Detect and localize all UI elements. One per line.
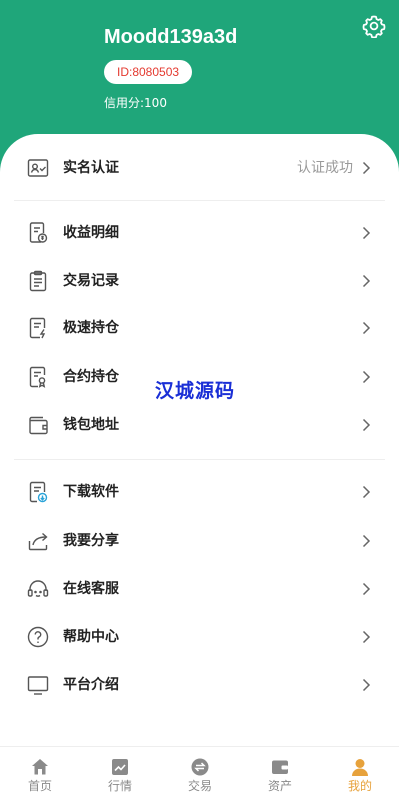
menu-item-help-center[interactable]: 帮助中心 — [0, 614, 399, 660]
chevron-right-icon — [362, 161, 371, 175]
menu-item-download[interactable]: 下载软件 — [0, 469, 399, 515]
menu-item-wallet[interactable]: 钱包地址 — [0, 402, 399, 448]
fast-position-icon — [29, 317, 46, 339]
watermark-text: 汉城源码 — [155, 380, 236, 402]
tab-label: 首页 — [27, 779, 52, 793]
tab-mine[interactable]: 我的 — [320, 747, 399, 798]
verify-row[interactable]: 实名认证 认证成功 — [0, 145, 399, 191]
menu-item-label: 我要分享 — [63, 533, 119, 549]
wallet-icon — [29, 416, 48, 435]
home-icon — [32, 759, 48, 775]
menu-item-label: 极速持仓 — [63, 320, 119, 336]
chevron-right-icon — [362, 321, 371, 335]
menu-item-label: 平台介绍 — [63, 677, 119, 693]
chevron-right-icon — [362, 418, 371, 432]
contract-position-icon — [29, 366, 46, 388]
share-icon — [28, 532, 48, 551]
verify-label: 实名认证 — [63, 160, 119, 176]
menu-item-trade-record[interactable]: 交易记录 — [0, 258, 399, 304]
tab-label: 资产 — [267, 779, 292, 793]
chevron-right-icon — [362, 678, 371, 692]
tab-label: 行情 — [107, 779, 132, 793]
menu-item-customer-service[interactable]: 在线客服 — [0, 566, 399, 612]
user-icon — [352, 759, 368, 776]
tab-market[interactable]: 行情 — [80, 747, 160, 798]
chevron-right-icon — [362, 534, 371, 548]
user-id-badge: ID:8080503 — [104, 60, 193, 84]
tab-label: 交易 — [187, 779, 212, 793]
tab-home[interactable]: 首页 — [0, 747, 80, 798]
menu-item-income[interactable]: 收益明细 — [0, 210, 399, 256]
menu-item-platform-intro[interactable]: 平台介绍 — [0, 662, 399, 708]
tab-assets[interactable]: 资产 — [240, 747, 320, 798]
menu-item-label: 下载软件 — [63, 484, 119, 500]
menu-item-fast-position[interactable]: 极速持仓 — [0, 305, 399, 351]
monitor-icon — [27, 676, 49, 695]
trade-record-icon — [29, 270, 47, 292]
wallet-tab-icon — [272, 760, 288, 774]
username: Moodd139a3d — [104, 26, 238, 48]
chevron-right-icon — [362, 630, 371, 644]
verify-status: 认证成功 — [297, 160, 353, 176]
menu-item-label: 帮助中心 — [63, 629, 119, 645]
chevron-right-icon — [362, 274, 371, 288]
divider — [14, 200, 385, 201]
chart-icon — [112, 759, 128, 775]
income-detail-icon — [29, 222, 48, 243]
download-icon — [29, 481, 48, 503]
bottom-tab-bar: 首页 行情 交易 资产 我的 — [0, 746, 399, 798]
menu-item-label: 钱包地址 — [63, 417, 119, 433]
menu-item-label: 合约持仓 — [63, 369, 119, 385]
tab-trade[interactable]: 交易 — [160, 747, 240, 798]
exchange-icon — [191, 758, 209, 776]
chevron-right-icon — [362, 370, 371, 384]
menu-item-share[interactable]: 我要分享 — [0, 518, 399, 564]
chevron-right-icon — [362, 582, 371, 596]
menu-item-label: 收益明细 — [63, 225, 119, 241]
id-card-icon — [27, 159, 49, 177]
credit-score: 信用分:100 — [104, 96, 167, 110]
chevron-right-icon — [362, 485, 371, 499]
headset-icon — [27, 580, 49, 597]
gear-icon[interactable] — [362, 14, 386, 38]
chevron-right-icon — [362, 226, 371, 240]
help-icon — [27, 626, 49, 648]
divider — [14, 459, 385, 460]
tab-label: 我的 — [347, 779, 372, 793]
menu-item-label: 交易记录 — [63, 273, 119, 289]
menu-item-label: 在线客服 — [63, 581, 119, 597]
